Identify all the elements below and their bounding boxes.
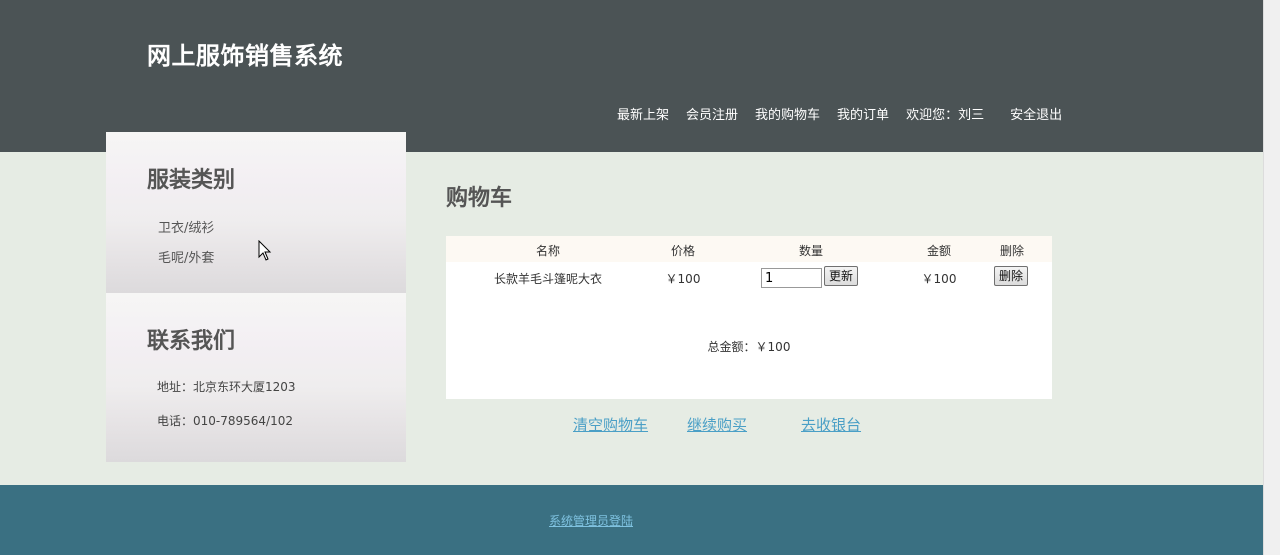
category-item[interactable]: 毛呢/外套 [158, 247, 214, 266]
contact-address: 地址：北京东环大厦1203 [157, 380, 296, 394]
cart-table: 名称 价格 数量 金额 删除 长款羊毛斗篷呢大衣 ￥100 更新 ￥100 删除… [446, 236, 1052, 399]
nav-new-arrivals[interactable]: 最新上架 [617, 104, 669, 123]
contact-panel: 联系我们 地址：北京东环大厦1203 电话：010-789564/102 [106, 293, 406, 462]
sidebar: 服装类别 卫衣/绒衫 毛呢/外套 联系我们 地址：北京东环大厦1203 电话：0… [106, 132, 406, 462]
nav-my-orders[interactable]: 我的订单 [837, 104, 889, 123]
column-header-amount: 金额 [926, 244, 951, 258]
welcome-user: 欢迎您：刘三 [906, 108, 985, 123]
continue-shopping-link[interactable]: 继续购买 [687, 414, 747, 435]
update-button[interactable]: 更新 [824, 266, 859, 286]
vertical-scrollbar[interactable] [1263, 0, 1280, 555]
item-price: ￥100 [665, 272, 701, 286]
column-header-name: 名称 [535, 244, 560, 258]
category-heading: 服装类别 [147, 167, 236, 193]
item-name: 长款羊毛斗篷呢大衣 [493, 272, 602, 286]
site-title: 网上服饰销售系统 [147, 41, 343, 70]
page-title: 购物车 [446, 185, 513, 211]
column-header-price: 价格 [670, 244, 695, 258]
contact-phone: 电话：010-789564/102 [157, 414, 293, 428]
site-header: 网上服饰销售系统 最新上架 会员注册 我的购物车 我的订单 欢迎您：刘三 安全退… [0, 0, 1263, 152]
admin-login-link[interactable]: 系统管理员登陆 [549, 512, 633, 529]
quantity-input[interactable] [761, 268, 822, 288]
nav-register[interactable]: 会员注册 [686, 104, 738, 123]
checkout-link[interactable]: 去收银台 [801, 414, 861, 435]
item-amount: ￥100 [921, 272, 957, 286]
category-panel: 服装类别 卫衣/绒衫 毛呢/外套 [106, 132, 406, 293]
clear-cart-link[interactable]: 清空购物车 [573, 414, 648, 435]
site-footer: 系统管理员登陆 [0, 485, 1263, 555]
nav-logout[interactable]: 安全退出 [1010, 104, 1062, 123]
cart-total: 总金额：￥100 [707, 340, 791, 354]
mouse-cursor-icon [258, 240, 272, 261]
delete-button[interactable]: 删除 [994, 266, 1029, 286]
contact-heading: 联系我们 [147, 328, 236, 354]
category-item[interactable]: 卫衣/绒衫 [158, 217, 214, 236]
column-header-delete: 删除 [999, 244, 1024, 258]
nav-my-cart[interactable]: 我的购物车 [755, 104, 820, 123]
table-header: 名称 价格 数量 金额 删除 [446, 236, 1052, 262]
column-header-quantity: 数量 [798, 244, 823, 258]
top-nav: 最新上架 会员注册 我的购物车 我的订单 欢迎您：刘三 安全退出 [617, 104, 1079, 123]
